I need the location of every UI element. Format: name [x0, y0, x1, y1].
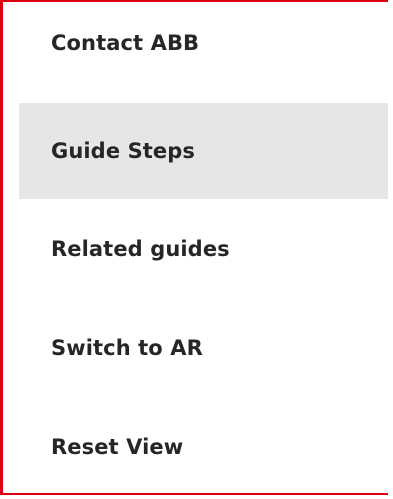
menu-item-label: Contact ABB: [51, 31, 200, 55]
menu-item-related-guides[interactable]: Related guides: [19, 201, 388, 297]
menu-item-contact-abb[interactable]: Contact ABB: [19, 0, 388, 91]
menu-item-label: Reset View: [51, 435, 184, 459]
menu-item-guide-steps[interactable]: Guide Steps: [19, 103, 388, 199]
menu-item-reset-view[interactable]: Reset View: [19, 399, 388, 495]
menu-item-switch-to-ar[interactable]: Switch to AR: [19, 300, 388, 396]
menu-item-label: Switch to AR: [51, 336, 203, 360]
menu-item-label: Related guides: [51, 237, 230, 261]
menu-item-label: Guide Steps: [51, 139, 196, 163]
side-menu-panel: Contact ABB Guide Steps Related guides S…: [0, 0, 388, 495]
